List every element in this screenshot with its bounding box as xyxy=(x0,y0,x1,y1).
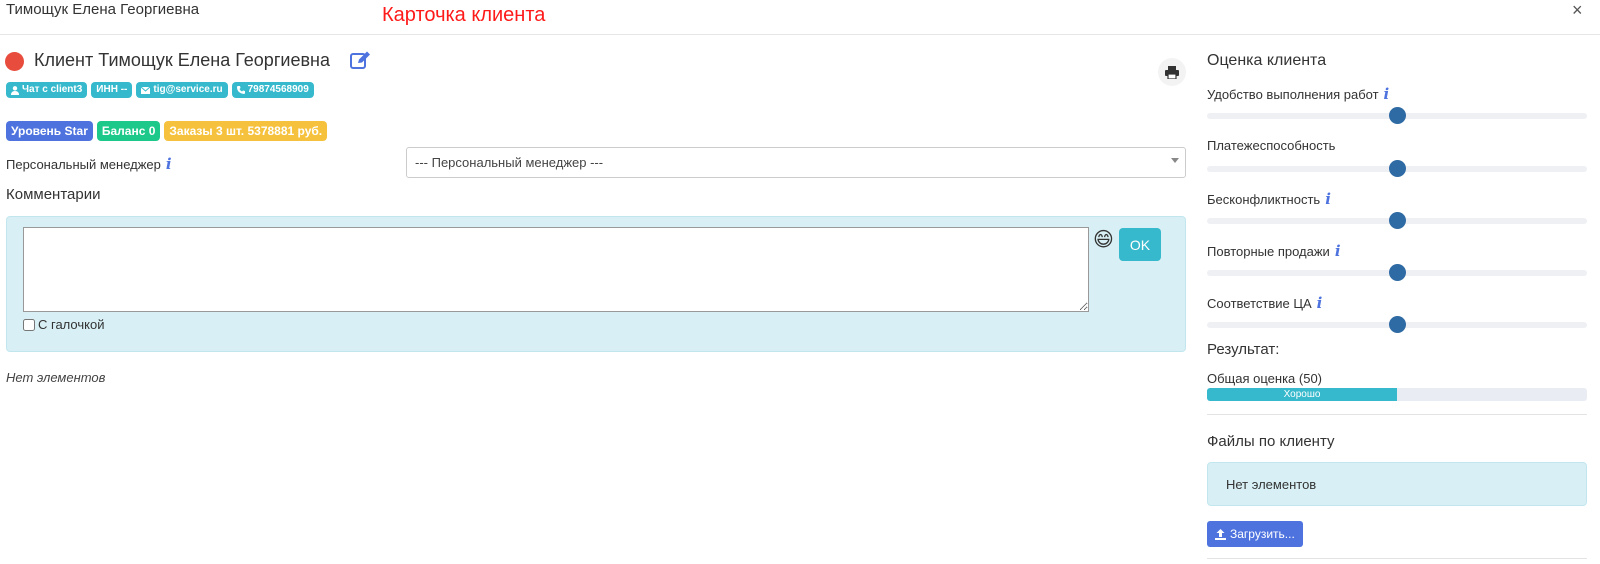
slider-convenience[interactable] xyxy=(1207,107,1587,124)
chat-badge-label: Чат с client3 xyxy=(22,84,83,95)
ok-button[interactable]: OK xyxy=(1119,228,1161,261)
overall-rating-progress: Хорошо xyxy=(1207,388,1587,401)
result-label: Результат: xyxy=(1207,341,1280,358)
emoji-icon[interactable]: 😄 xyxy=(1093,227,1114,252)
slider-label-text: Соответствие ЦА xyxy=(1207,296,1312,311)
slider-label-text: Платежеспособность xyxy=(1207,138,1336,153)
info-icon[interactable]: i xyxy=(1384,85,1391,103)
comments-heading: Комментарии xyxy=(6,186,101,203)
inn-badge: ИНН -- xyxy=(91,82,133,98)
checkmark-checkbox[interactable] xyxy=(23,318,35,331)
user-icon xyxy=(11,85,19,95)
info-icon[interactable]: i xyxy=(1325,190,1332,208)
slider-label-repeat-sales: Повторные продажи i xyxy=(1207,242,1342,260)
comment-panel: 😄 OK С галочкой xyxy=(6,216,1186,352)
envelope-icon xyxy=(141,86,151,94)
print-icon xyxy=(1165,65,1179,79)
progress-text: Хорошо xyxy=(1283,389,1321,400)
manager-label: Персональный менеджер i xyxy=(6,155,173,173)
slider-label-convenience: Удобство выполнения работ i xyxy=(1207,85,1391,103)
slider-thumb[interactable] xyxy=(1389,212,1406,229)
status-badges: Уровень Star Баланс 0 Заказы 3 шт. 53788… xyxy=(6,121,328,141)
upload-button[interactable]: Загрузить... xyxy=(1207,521,1303,547)
phone-badge[interactable]: 79874568909 xyxy=(231,82,314,98)
files-heading: Файлы по клиенту xyxy=(1207,433,1335,450)
slider-thumb[interactable] xyxy=(1389,107,1406,124)
phone-badge-label: 79874568909 xyxy=(247,84,309,95)
chat-badge[interactable]: Чат с client3 xyxy=(6,82,88,98)
status-indicator xyxy=(5,52,24,71)
chevron-down-icon xyxy=(1171,158,1179,163)
slider-repeat-sales[interactable] xyxy=(1207,264,1587,281)
client-title: Клиент Тимощук Елена Георгиевна xyxy=(34,50,330,70)
annotation-label: Карточка клиента xyxy=(382,4,546,26)
window-title: Тимощук Елена Георгиевна xyxy=(6,1,200,18)
slider-label-text: Повторные продажи xyxy=(1207,244,1330,259)
overall-rating-label: Общая оценка (50) xyxy=(1207,371,1323,386)
comments-empty-text: Нет элементов xyxy=(6,370,106,385)
manager-select-value: --- Персональный менеджер --- xyxy=(415,155,604,170)
print-button[interactable] xyxy=(1158,58,1186,86)
divider xyxy=(1207,414,1587,415)
upload-label: Загрузить... xyxy=(1230,527,1295,541)
manager-label-text: Персональный менеджер xyxy=(6,157,161,172)
checkmark-label: С галочкой xyxy=(38,317,105,332)
level-badge: Уровень Star xyxy=(6,121,93,141)
progress-fill: Хорошо xyxy=(1207,388,1397,401)
files-panel: Нет элементов xyxy=(1207,462,1587,506)
slider-target-audience[interactable] xyxy=(1207,316,1587,333)
slider-thumb[interactable] xyxy=(1389,316,1406,333)
files-empty-text: Нет элементов xyxy=(1226,477,1317,492)
slider-label-text: Бесконфликтность xyxy=(1207,192,1321,207)
inn-badge-label: ИНН -- xyxy=(96,84,128,95)
info-icon[interactable]: i xyxy=(166,155,173,173)
phone-icon xyxy=(236,86,245,94)
info-icon[interactable]: i xyxy=(1317,294,1324,312)
close-button[interactable]: × xyxy=(1572,0,1583,21)
slider-label-conflict: Бесконфликтность i xyxy=(1207,190,1332,208)
balance-badge: Баланс 0 xyxy=(96,121,161,141)
manager-select[interactable]: --- Персональный менеджер --- xyxy=(406,147,1186,178)
slider-label-text: Удобство выполнения работ xyxy=(1207,87,1379,102)
email-badge[interactable]: tig@service.ru xyxy=(136,82,228,98)
orders-badge[interactable]: Заказы 3 шт. 5378881 руб. xyxy=(164,121,328,141)
slider-thumb[interactable] xyxy=(1389,160,1406,177)
info-icon[interactable]: i xyxy=(1335,242,1342,260)
checkmark-option[interactable]: С галочкой xyxy=(23,317,104,332)
edit-icon[interactable] xyxy=(350,50,372,75)
email-badge-label: tig@service.ru xyxy=(153,84,223,95)
divider xyxy=(1207,558,1587,559)
slider-label-target-audience: Соответствие ЦА i xyxy=(1207,294,1324,312)
upload-icon xyxy=(1215,528,1226,540)
slider-label-solvency: Платежеспособность xyxy=(1207,138,1335,153)
slider-solvency[interactable] xyxy=(1207,160,1587,177)
slider-conflict[interactable] xyxy=(1207,212,1587,229)
rating-heading: Оценка клиента xyxy=(1207,52,1327,69)
contact-badges: Чат с client3 ИНН -- tig@service.ru 7987… xyxy=(6,82,314,98)
modal-header: Тимощук Елена Георгиевна Карточка клиент… xyxy=(0,0,1600,35)
comment-textarea[interactable] xyxy=(23,227,1089,312)
slider-thumb[interactable] xyxy=(1389,264,1406,281)
